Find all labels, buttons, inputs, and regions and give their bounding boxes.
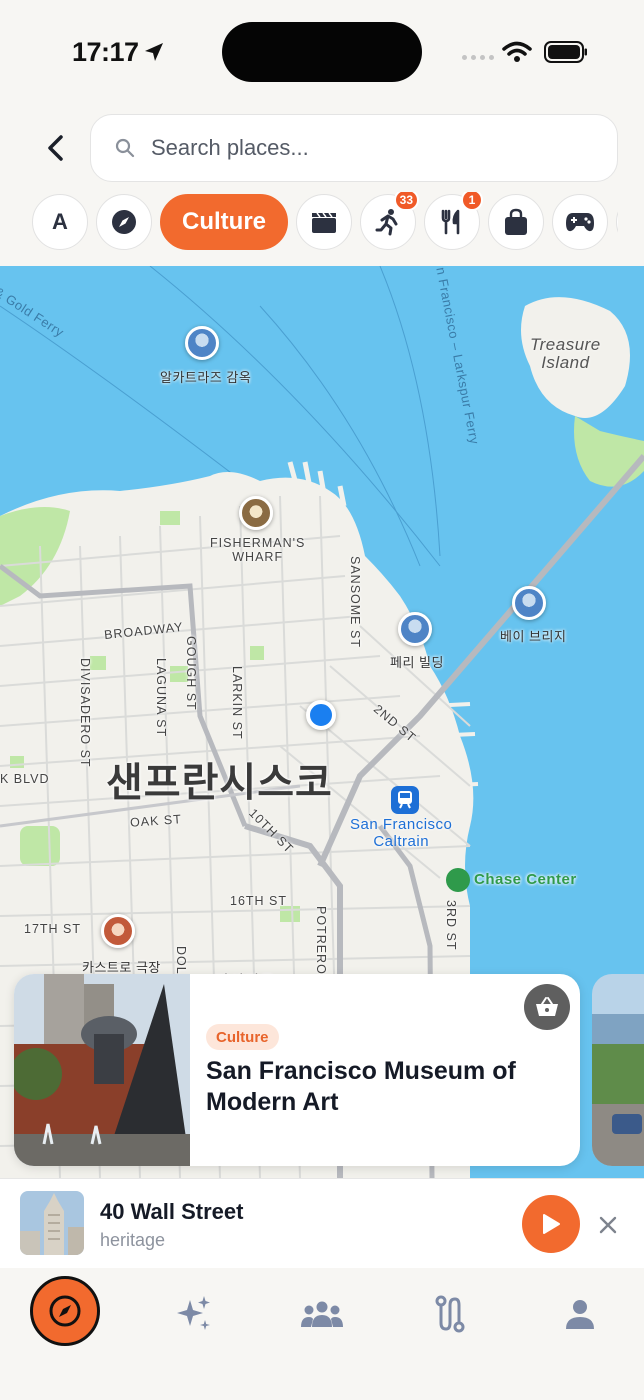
- search-input[interactable]: [151, 135, 551, 161]
- tab-bar: [0, 1268, 644, 1400]
- place-photo: [14, 974, 190, 1166]
- map-label-dol: DOL: [174, 946, 188, 975]
- location-arrow-icon: [145, 43, 163, 61]
- dynamic-island: [222, 22, 422, 82]
- poi-ferry-building-marker[interactable]: [398, 612, 432, 646]
- play-icon: [543, 1214, 560, 1234]
- close-player-button[interactable]: [592, 1209, 624, 1241]
- cellular-signal-icon: [462, 55, 494, 60]
- map-label-alcatraz: 알카트라즈 감옥: [160, 370, 252, 385]
- category-chips: A Culture 33 1: [32, 192, 618, 252]
- poi-bay-bridge-marker[interactable]: [512, 586, 546, 620]
- chevron-left-icon: [48, 135, 63, 161]
- compass-icon: [112, 210, 136, 234]
- tab-routes[interactable]: [420, 1284, 480, 1344]
- map-label-sansome: SANSOME ST: [348, 556, 362, 648]
- map-label-caltrain: San Francisco Caltrain: [350, 816, 453, 850]
- tab-community[interactable]: [292, 1284, 352, 1344]
- app-screen: 17:17 A Culture: [0, 0, 644, 1400]
- chip-food[interactable]: 1: [424, 192, 483, 250]
- next-place-card-preview[interactable]: [592, 974, 644, 1166]
- sports-count-badge: 33: [393, 192, 419, 211]
- place-title: San Francisco Museum of Modern Art: [206, 1057, 516, 1116]
- train-icon: [398, 791, 412, 809]
- chip-sports[interactable]: 33: [360, 192, 419, 250]
- chip-shopping[interactable]: [488, 194, 544, 250]
- battery-icon: [544, 41, 587, 63]
- people-icon: [301, 1301, 343, 1327]
- tab-discover[interactable]: [164, 1284, 224, 1344]
- running-icon: [375, 209, 398, 236]
- fork-knife-icon: [441, 209, 460, 235]
- map-label-ferry-building: 페리 빌딩: [390, 655, 444, 670]
- header: A Culture 33 1: [0, 100, 644, 266]
- search-bar[interactable]: [90, 114, 618, 182]
- wifi-icon: [502, 41, 532, 62]
- player-subtitle: heritage: [100, 1230, 166, 1250]
- clapper-icon: [312, 212, 336, 233]
- map-label-fishermans-wharf: FISHERMAN'S WHARF: [210, 536, 306, 564]
- poi-castro-theatre-marker[interactable]: [101, 914, 135, 948]
- chip-all[interactable]: A: [32, 194, 88, 250]
- basket-icon: [536, 997, 558, 1016]
- close-icon: [599, 1216, 617, 1234]
- status-time: 17:17: [72, 37, 139, 67]
- add-to-basket-button[interactable]: [524, 984, 570, 1030]
- map-label-treasure-island: Treasure Island: [530, 335, 601, 372]
- map-label-seventeenth: 17TH ST: [24, 922, 82, 936]
- player-thumbnail: [20, 1191, 84, 1255]
- compass-icon: [49, 1295, 81, 1327]
- tab-explore[interactable]: [30, 1276, 100, 1346]
- poi-alcatraz-marker[interactable]: [185, 326, 219, 360]
- status-bar: 17:17: [0, 0, 644, 100]
- play-button[interactable]: [522, 1195, 580, 1253]
- map-label-divisadero: DIVISADERO ST: [78, 658, 92, 768]
- chip-explore[interactable]: [96, 194, 152, 250]
- gamepad-icon: [566, 213, 594, 232]
- map-label-blvd: K BLVD: [0, 772, 50, 786]
- player-title: 40 Wall Street: [100, 1199, 244, 1224]
- map-label-larkin: LARKIN ST: [230, 666, 244, 740]
- route-icon: [435, 1295, 465, 1333]
- map-label-bay-bridge: 베이 브리지: [500, 629, 567, 644]
- food-count-badge: 1: [461, 192, 483, 211]
- back-button[interactable]: [34, 126, 78, 170]
- user-location-dot: [306, 700, 336, 730]
- chip-film[interactable]: [296, 194, 352, 250]
- map-label-sixteenth: 16TH ST: [230, 894, 288, 908]
- map-label-potrero: POTRERO: [314, 906, 328, 975]
- chase-center-marker[interactable]: [446, 868, 470, 892]
- map-label-chase-center: Chase Center: [474, 871, 577, 888]
- chip-culture[interactable]: Culture: [160, 194, 288, 250]
- map-label-gough: GOUGH ST: [184, 636, 198, 711]
- chip-more[interactable]: [616, 194, 618, 250]
- mini-player[interactable]: 40 Wall Street heritage: [0, 1178, 644, 1268]
- search-icon: [115, 138, 135, 158]
- place-card[interactable]: Culture San Francisco Museum of Modern A…: [14, 974, 580, 1166]
- chip-games[interactable]: [552, 194, 608, 250]
- map-label-third: 3RD ST: [444, 900, 458, 951]
- poi-fishermans-wharf-marker[interactable]: [239, 496, 273, 530]
- map-label-laguna: LAGUNA ST: [154, 658, 168, 738]
- sparkles-icon: [177, 1296, 210, 1330]
- map-label-city: 샌프란시스코: [106, 761, 333, 805]
- caltrain-station-marker[interactable]: [391, 786, 419, 814]
- place-category-pill: Culture: [206, 1024, 279, 1050]
- shopping-bag-icon: [505, 208, 527, 235]
- tab-profile[interactable]: [550, 1284, 610, 1344]
- person-icon: [566, 1300, 594, 1329]
